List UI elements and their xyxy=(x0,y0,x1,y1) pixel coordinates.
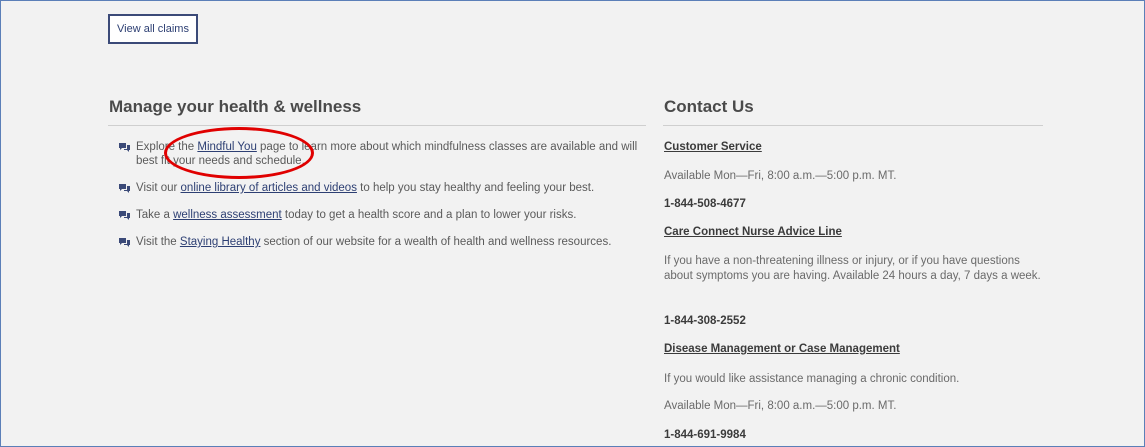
chat-bubbles-icon xyxy=(119,184,130,193)
disease-management-link[interactable]: Disease Management or Case Management xyxy=(664,343,1044,355)
view-all-claims-button[interactable]: View all claims xyxy=(108,14,198,44)
contact-section-title: Contact Us xyxy=(664,97,754,116)
customer-service-link[interactable]: Customer Service xyxy=(664,141,1044,153)
customer-service-phone: 1-844-508-4677 xyxy=(664,198,746,210)
list-item: Take a wellness assessment today to get … xyxy=(118,208,643,222)
page-frame: View all claims Manage your health & wel… xyxy=(0,0,1145,447)
disease-management-phone: 1-844-691-9984 xyxy=(664,429,746,441)
chat-bubbles-icon xyxy=(119,143,130,152)
disease-management-text: If you would like assistance managing a … xyxy=(664,373,960,385)
list-item-text-pre: Take a xyxy=(136,209,174,221)
health-section-divider xyxy=(108,125,646,126)
annotation-circle xyxy=(164,127,314,179)
chat-bubbles-icon xyxy=(119,211,130,220)
disease-management-hours: Available Mon—Fri, 8:00 a.m.—5:00 p.m. M… xyxy=(664,400,897,412)
list-item-text-post: today to get a health score and a plan t… xyxy=(281,209,577,221)
list-item: Visit our online library of articles and… xyxy=(118,181,643,195)
customer-service-hours: Available Mon—Fri, 8:00 a.m.—5:00 p.m. M… xyxy=(664,170,897,182)
wellness-assessment-link[interactable]: wellness assessment xyxy=(173,209,282,221)
nurse-advice-line-link[interactable]: Care Connect Nurse Advice Line xyxy=(664,226,1044,238)
list-item-text-pre: Visit the xyxy=(136,236,180,248)
nurse-advice-line-phone: 1-844-308-2552 xyxy=(664,315,746,327)
staying-healthy-link[interactable]: Staying Healthy xyxy=(180,236,261,248)
list-item-text-pre: Visit our xyxy=(136,182,181,194)
list-item-text-post: to help you stay healthy and feeling you… xyxy=(356,182,595,194)
nurse-advice-line-text: If you have a non-threatening illness or… xyxy=(664,255,1041,282)
online-library-link[interactable]: online library of articles and videos xyxy=(181,182,357,194)
list-item: Visit the Staying Healthy section of our… xyxy=(118,235,643,249)
chat-bubbles-icon xyxy=(119,238,130,247)
contact-section-divider xyxy=(663,125,1043,126)
health-section-title: Manage your health & wellness xyxy=(109,97,362,116)
list-item-text-post: section of our website for a wealth of h… xyxy=(260,236,612,248)
